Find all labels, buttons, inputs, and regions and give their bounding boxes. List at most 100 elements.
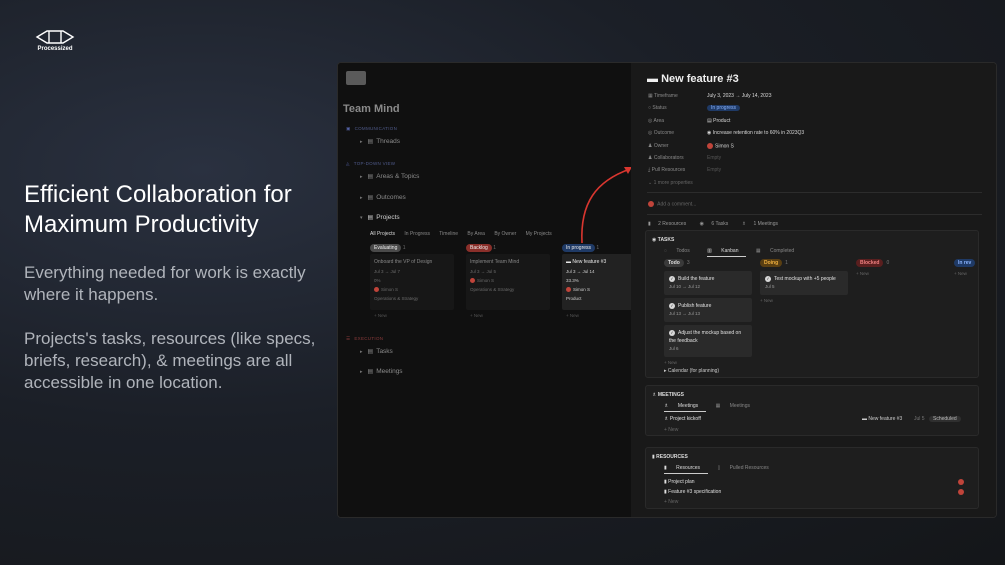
nav-areas[interactable]: ▸ ▤ Areas & Topics [360,173,419,180]
meetings-count[interactable]: ♗ 1 Meetings [742,221,784,227]
meetings-tabs: ♗ Meetings ▦ Meetings [664,403,766,412]
task-card[interactable]: ✓ Test mockup with +5 people Jul 5 [760,271,848,295]
prop-area[interactable]: ▤ Product [707,118,730,124]
bookmark-icon: ▮ [664,465,669,471]
prop-label: ♟ Collaborators [648,155,684,161]
tasks-tabs: ◌ Todos ▥ Kanban ▦ Completed [664,248,810,257]
nav-projects[interactable]: ▾ ▤ Projects [360,214,400,221]
tab-kanban[interactable]: ▥ Kanban [707,248,747,257]
prop-owner[interactable]: Simon S [707,143,734,149]
prop-label: ⤓ Pull Resources [648,167,686,173]
prop-pull-resources[interactable]: Empty [707,167,721,173]
task-card[interactable]: ✓ Publish feature Jul 13 → Jul 13 [664,298,752,322]
triangle-right-icon: ▸ [360,139,363,145]
task-card[interactable]: ✓ Build the feature Jul 10 → Jul 12 [664,271,752,295]
meetings-block: ♗ MEETINGS ♗ Meetings ▦ Meetings ♗ Proje… [645,385,979,436]
brand-logo: Processized [34,30,76,52]
avatar [374,287,379,293]
tab-pulled-resources[interactable]: ▯ Pulled Resources [717,465,776,471]
nav-outcomes[interactable]: ▸ ▤ Outcomes [360,194,406,201]
triangle-right-icon: ▸ [360,174,363,180]
meeting-status: Scheduled [929,416,961,422]
meeting-row[interactable]: ♗ Project kickoff [664,416,701,422]
resources-heading: ▮ RESOURCES [652,454,688,460]
brand-name: Processized [37,46,73,52]
check-icon: ✓ [669,302,675,309]
list-icon: ☰ [346,336,351,341]
tab-my-projects[interactable]: My Projects [526,231,552,237]
resource-row[interactable]: ▮ Project plan [664,479,695,485]
triangle-right-icon: ▸ [360,369,363,375]
avatar [707,143,713,149]
workspace-sidebar: Team Mind ▣ COMMUNICATION ▸ ▤ Threads ◬ TOP-… [338,63,646,517]
more-properties-toggle[interactable]: ⌄ 1 more properties [648,180,693,186]
prop-timeframe[interactable]: July 3, 2023 → July 14, 2023 [707,93,772,99]
tasks-count[interactable]: ◉ 6 Tasks [700,221,735,227]
new-task-button[interactable]: + New [760,298,848,303]
project-card[interactable]: Onboard the VP of Design Jul 3 → Jul 7 0… [370,254,454,310]
resources-count[interactable]: ▮ 2 Resources [648,221,692,227]
tab-timeline[interactable]: Timeline [439,231,458,237]
status-badge: In progress [562,244,596,252]
tab-completed[interactable]: ▦ Completed [756,248,802,254]
new-task-button[interactable]: + New [664,360,752,365]
nav-threads[interactable]: ▸ ▤ Threads [360,138,400,145]
meeting-icon: ♗ [664,403,670,409]
comment-input[interactable]: Add a comment... [648,201,696,207]
status-badge: Scheduled [929,416,961,422]
check-icon: ✓ [669,329,675,336]
new-task-button[interactable]: + New [856,271,946,276]
avatar [566,287,571,293]
hero-title: Efficient Collaboration for Maximum Prod… [24,181,292,238]
nav-tasks[interactable]: ▸ ▤ Tasks [360,348,393,355]
bookmark-icon: ▮ [648,221,653,227]
workspace-icon [346,71,366,85]
hierarchy-icon: ◬ [346,161,350,166]
tasks-heading: ◉ TASKS [652,237,675,243]
tab-todos[interactable]: ◌ Todos [664,248,698,254]
tab-meetings[interactable]: ♗ Meetings [664,403,707,412]
meetings-heading: ♗ MEETINGS [652,392,684,398]
page-icon: ▤ [367,369,374,375]
page-icon: ▤ [367,174,374,180]
hero-paragraph-1: Everything needed for work is exactly wh… [24,263,306,304]
avatar [958,489,966,495]
status-badge: Evaluating [370,244,402,252]
prop-collaborators[interactable]: Empty [707,155,721,161]
task-card[interactable]: ✓ Adjust the mockup based on the feedback… [664,325,752,357]
meeting-icon: ♗ [741,221,748,227]
resources-tabs: ▮ Resources ▯ Pulled Resources [664,465,785,474]
tab-resources[interactable]: ▮ Resources [664,465,709,474]
new-meeting-button[interactable]: + New [664,427,678,433]
tab-all-projects[interactable]: All Projects [370,231,395,237]
meeting-project[interactable]: ▬ New feature #3 [862,416,902,422]
project-card[interactable]: Implement Team Mind Jul 3 → Jul 5 Simon … [466,254,550,310]
new-task-button[interactable]: + New [954,271,980,276]
kanban-column-todo: Todo 3 ✓ Build the feature Jul 10 → Jul 12 … [664,259,752,365]
prop-status[interactable]: In progress [707,105,741,111]
calendar-icon: ▦ [715,403,722,409]
avatar [648,201,654,207]
new-resource-button[interactable]: + New [664,499,678,505]
tab-by-area[interactable]: By Area [467,231,485,237]
new-project-button[interactable]: + New [566,313,579,318]
tab-in-progress[interactable]: In Progress [404,231,430,237]
chat-icon: ▣ [346,126,351,131]
triangle-down-icon: ▾ [360,215,363,221]
tab-by-owner[interactable]: By Owner [494,231,516,237]
avatar [470,278,475,284]
calendar-toggle[interactable]: ▸ Calendar (for planning) [664,368,719,374]
nav-meetings[interactable]: ▸ ▤ Meetings [360,368,403,375]
avatar [958,479,966,485]
tab-meetings-calendar[interactable]: ▦ Meetings [716,403,758,409]
resource-row[interactable]: ▮ Feature #3 specification [664,489,721,495]
triangle-right-icon: ▸ [360,195,363,201]
new-project-button[interactable]: + New [470,313,483,318]
page-icon: ▤ [367,215,374,221]
column-in-progress: In progress 1 [562,244,599,252]
project-detail-panel: ▬ New feature #3 ▦ Timeframe July 3, 202… [631,63,996,517]
section-execution: ☰ EXECUTION [346,336,384,341]
new-project-button[interactable]: + New [374,313,387,318]
prop-outcome[interactable]: ◉ Increase retention rate to 60% in 2023… [707,130,804,136]
resources-block: ▮ RESOURCES ▮ Resources ▯ Pulled Resourc… [645,447,979,509]
